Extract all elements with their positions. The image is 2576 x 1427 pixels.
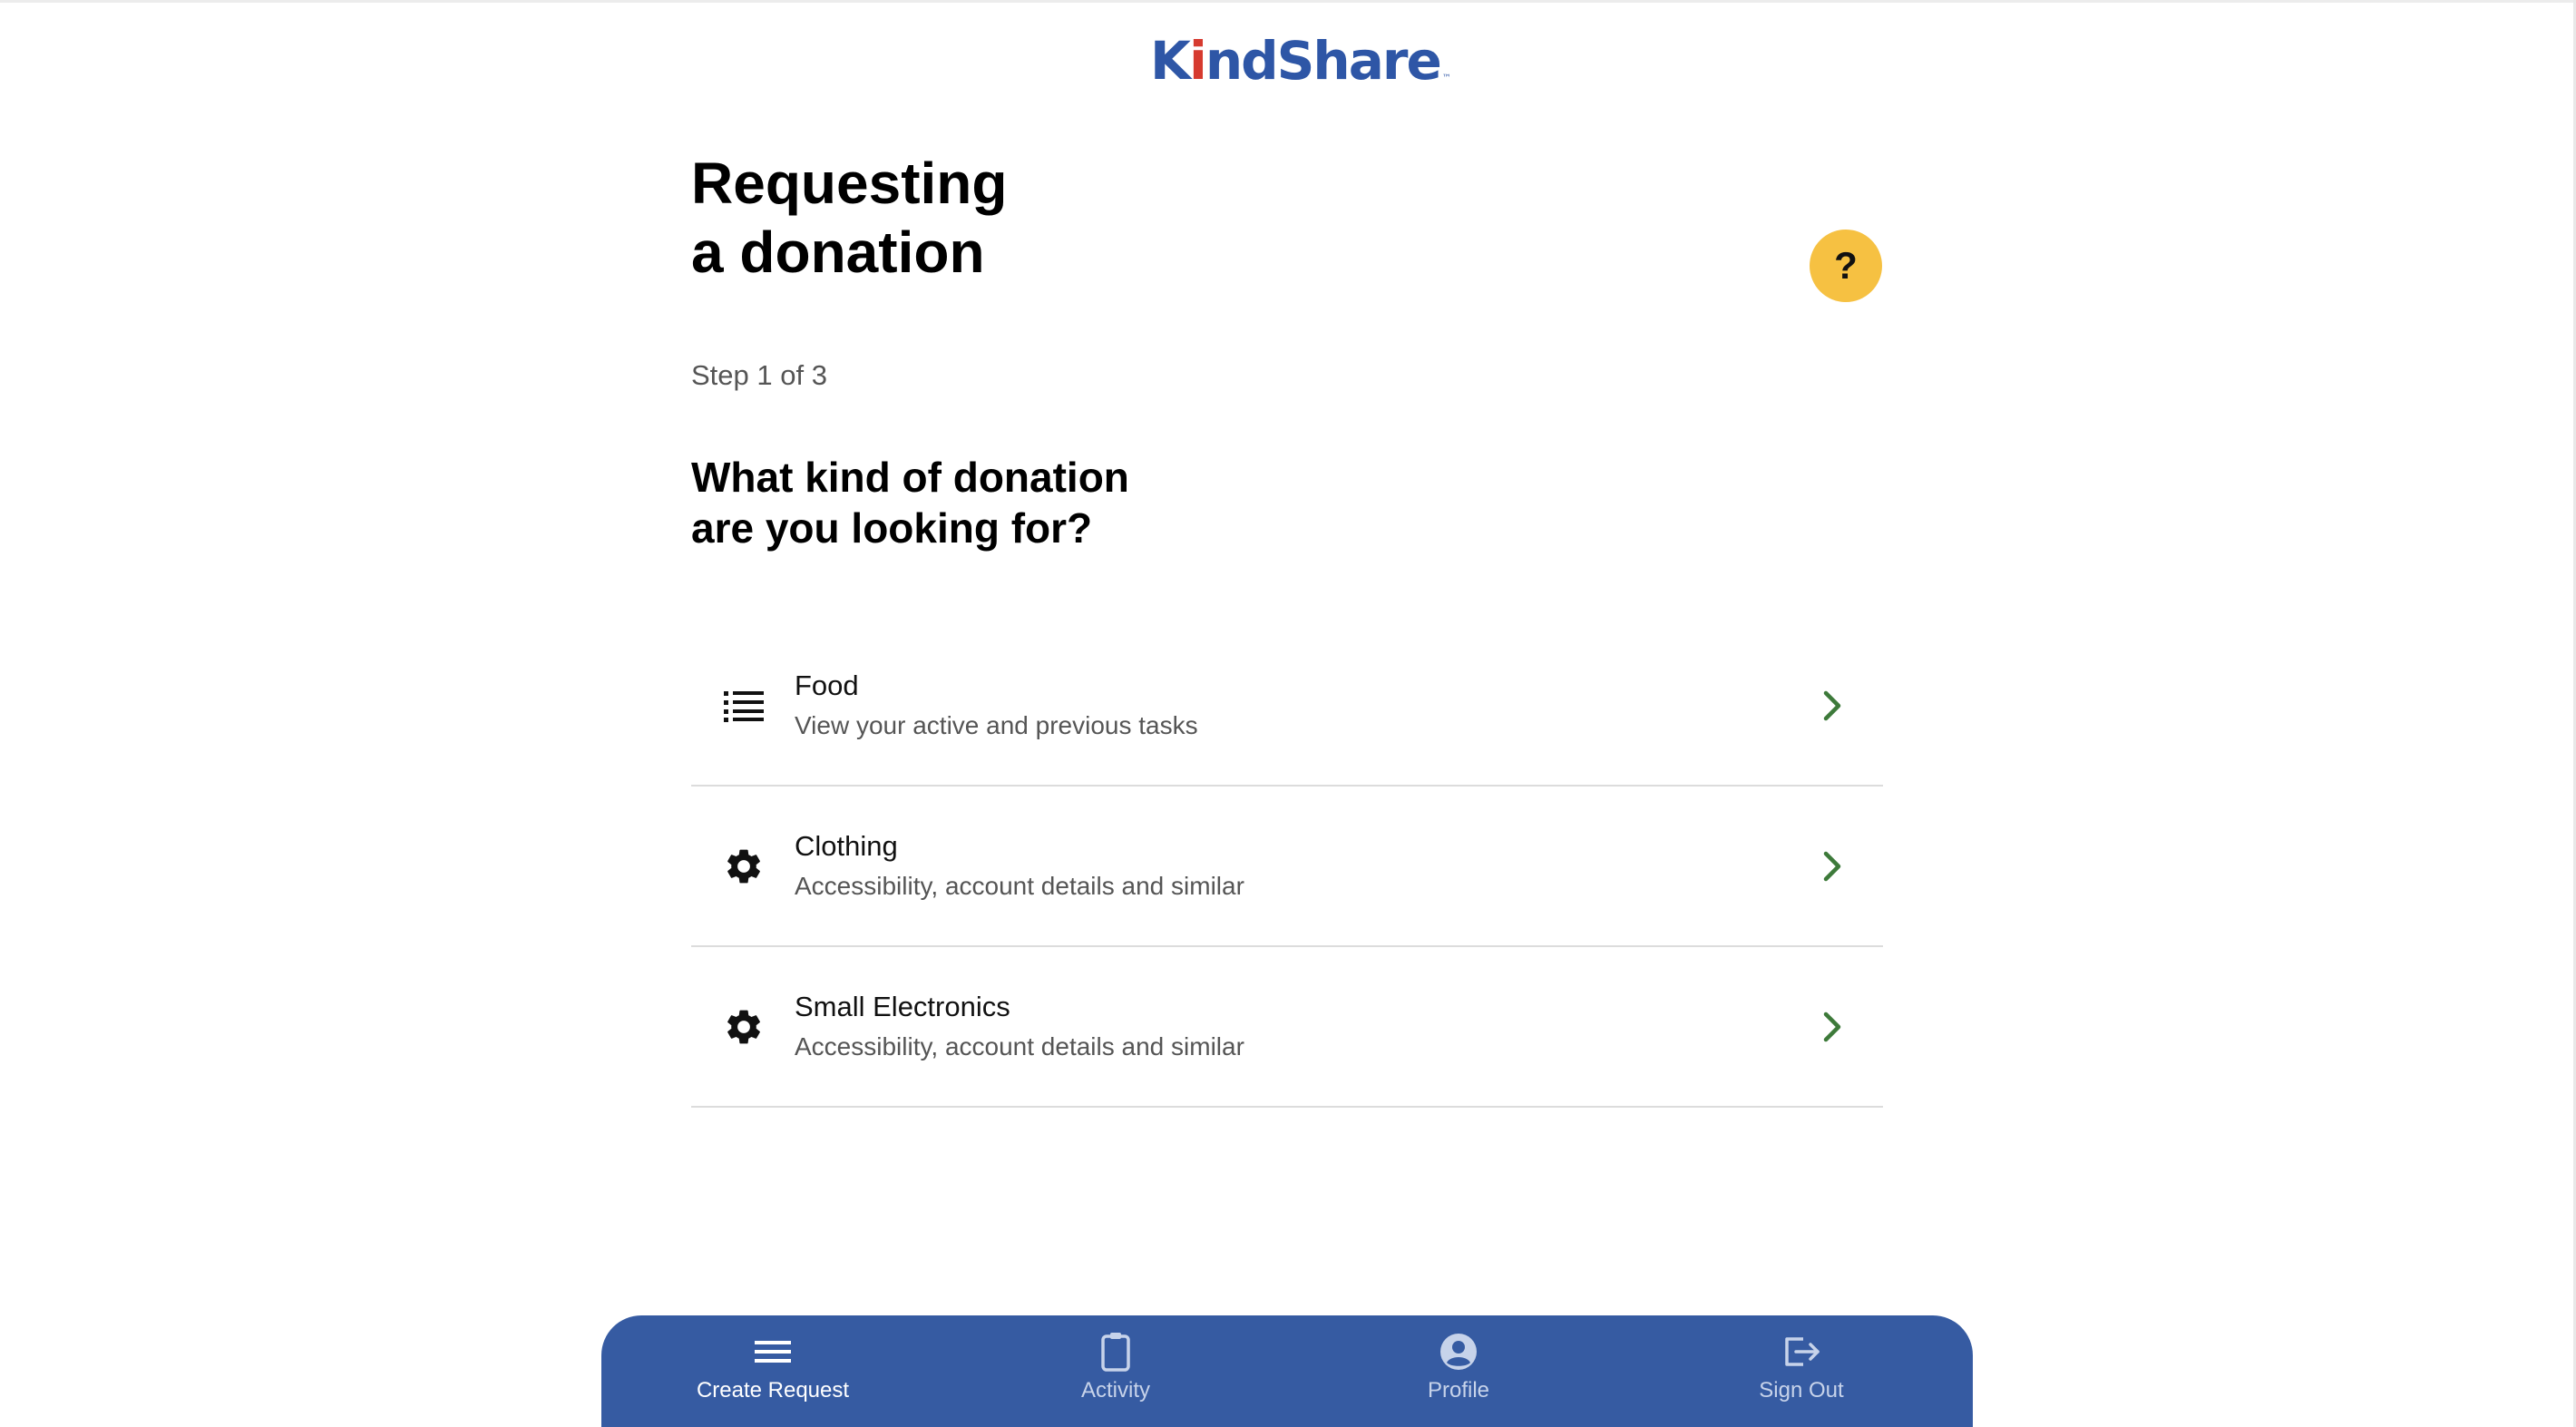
page-title: Requesting a donation bbox=[691, 149, 1007, 287]
nav-label: Sign Out bbox=[1759, 1378, 1844, 1403]
top-divider bbox=[0, 0, 2576, 3]
list-icon bbox=[722, 684, 766, 728]
option-subtitle: View your active and previous tasks bbox=[795, 710, 1198, 739]
nav-label: Create Request bbox=[696, 1378, 850, 1403]
help-button[interactable]: ? bbox=[1810, 230, 1882, 302]
nav-profile[interactable]: Profile bbox=[1287, 1315, 1630, 1427]
logo-text-k: K bbox=[1150, 30, 1191, 92]
option-clothing[interactable]: Clothing Accessibility, account details … bbox=[691, 787, 1883, 947]
option-title: Small Electronics bbox=[795, 990, 1010, 1022]
logo-trademark: ™ bbox=[1441, 73, 1451, 83]
bottom-navigation: Create Request Activity Profile Sign Out bbox=[601, 1315, 1973, 1427]
page-title-line2: a donation bbox=[691, 220, 985, 285]
app-viewport: Ki ndShare ™ Requesting a donation ? Step … bbox=[0, 0, 2576, 1427]
option-clothing-text: Clothing Accessibility, account details … bbox=[795, 828, 1814, 904]
menu-icon bbox=[753, 1332, 793, 1372]
chevron-right-icon bbox=[1814, 848, 1850, 885]
option-food[interactable]: Food View your active and previous tasks bbox=[691, 626, 1883, 787]
donation-question: What kind of donation are you looking fo… bbox=[691, 452, 1326, 553]
chevron-right-icon bbox=[1814, 688, 1850, 724]
question-line2: are you looking for? bbox=[691, 504, 1093, 552]
logo-text-rest: ndShare bbox=[1205, 30, 1442, 92]
option-title: Clothing bbox=[795, 829, 898, 862]
profile-icon bbox=[1439, 1332, 1478, 1372]
sign-out-icon bbox=[1781, 1332, 1821, 1372]
option-small-electronics-text: Small Electronics Accessibility, account… bbox=[795, 989, 1814, 1065]
chevron-right-icon bbox=[1814, 1009, 1850, 1045]
nav-sign-out[interactable]: Sign Out bbox=[1630, 1315, 1973, 1427]
logo-text-i: i bbox=[1188, 30, 1207, 92]
option-small-electronics[interactable]: Small Electronics Accessibility, account… bbox=[691, 947, 1883, 1108]
option-subtitle: Accessibility, account details and simil… bbox=[795, 871, 1244, 900]
nav-create-request[interactable]: Create Request bbox=[601, 1315, 944, 1427]
gear-icon bbox=[722, 845, 766, 888]
page-title-line1: Requesting bbox=[691, 151, 1008, 216]
question-line1: What kind of donation bbox=[691, 454, 1129, 501]
gear-icon bbox=[722, 1005, 766, 1049]
donation-type-list: Food View your active and previous tasks… bbox=[691, 626, 1883, 1108]
option-subtitle: Accessibility, account details and simil… bbox=[795, 1031, 1244, 1060]
option-title: Food bbox=[795, 669, 859, 701]
kindshare-logo[interactable]: Ki ndShare ™ bbox=[1150, 24, 1451, 92]
option-food-text: Food View your active and previous tasks bbox=[795, 668, 1814, 744]
nav-activity[interactable]: Activity bbox=[944, 1315, 1287, 1427]
nav-label: Activity bbox=[1080, 1378, 1150, 1403]
nav-label: Profile bbox=[1427, 1378, 1490, 1403]
clipboard-icon bbox=[1096, 1332, 1136, 1372]
step-indicator: Step 1 of 3 bbox=[691, 359, 827, 391]
